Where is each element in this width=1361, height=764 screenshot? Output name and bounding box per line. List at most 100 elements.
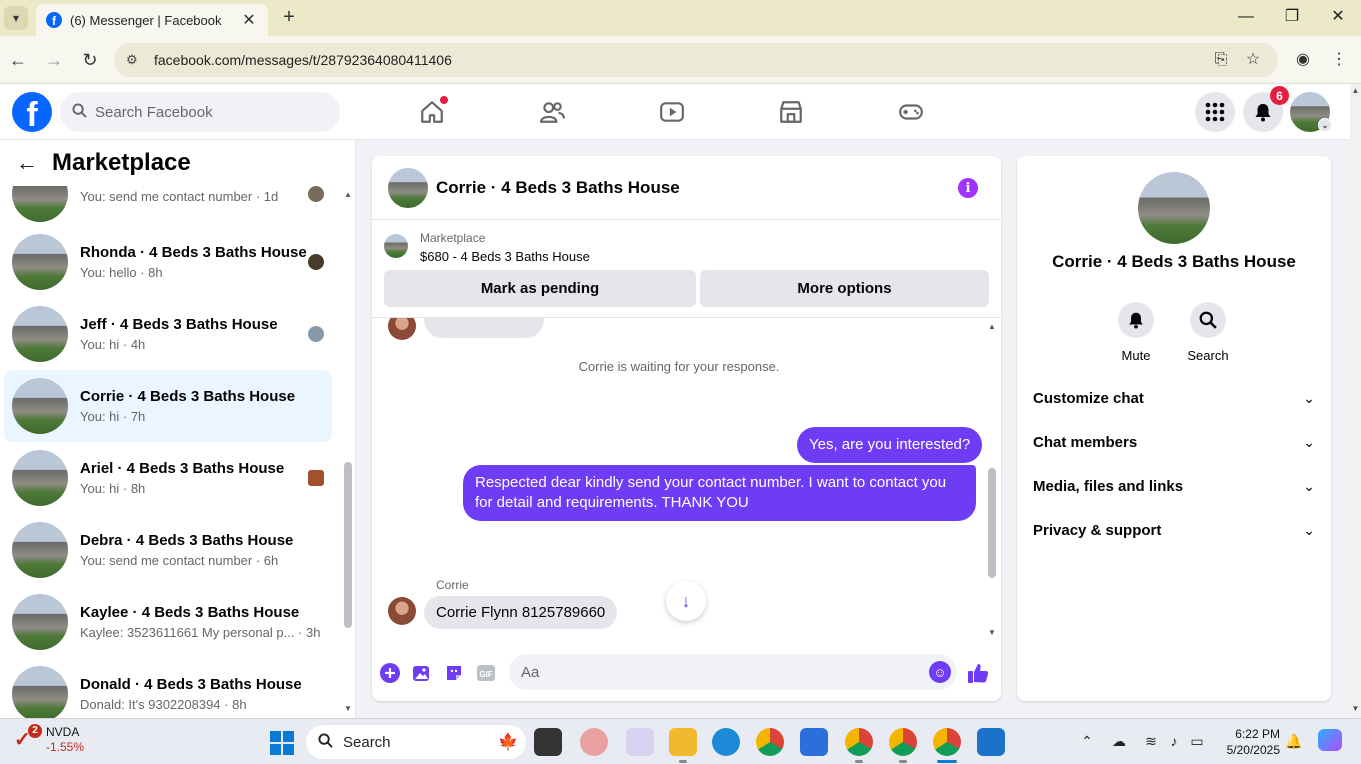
wifi-icon[interactable]: ≋ <box>1141 733 1161 750</box>
chevron-up-icon[interactable]: ⌃ <box>1077 733 1097 750</box>
scroll-up-arrow-icon[interactable]: ▲ <box>343 190 353 199</box>
chrome-icon[interactable] <box>756 728 784 756</box>
tab-search-chevron-icon[interactable]: ▾ <box>4 6 28 30</box>
chat-title[interactable]: Corrie · 4 Beds 3 Baths House <box>436 178 680 198</box>
conversation-item[interactable]: Ariel · 4 Beds 3 Baths House You: hi · 8… <box>4 442 332 514</box>
browser-menu-icon[interactable]: ⋮ <box>1327 48 1351 72</box>
store-icon[interactable] <box>800 728 828 756</box>
search-icon[interactable] <box>1190 302 1226 338</box>
facebook-logo-icon[interactable]: f <box>12 92 52 132</box>
edge-icon[interactable] <box>712 728 740 756</box>
message-scrollbar[interactable]: ▲ ▼ <box>986 322 998 640</box>
reload-icon[interactable]: ↻ <box>78 48 102 72</box>
conversation-item[interactable]: Donald · 4 Beds 3 Baths House Donald: It… <box>4 658 332 718</box>
conversation-item[interactable]: Jeff · 4 Beds 3 Baths House You: hi · 4h <box>4 298 332 370</box>
video-icon[interactable] <box>654 94 690 130</box>
onedrive-icon[interactable]: ☁ <box>1109 733 1129 750</box>
friends-icon[interactable] <box>534 94 570 130</box>
file-explorer-icon[interactable] <box>669 728 697 763</box>
chat-list-scrollbar[interactable]: ▲ ▼ <box>343 188 353 718</box>
listing-price-title[interactable]: $680 - 4 Beds 3 Baths House <box>420 249 590 264</box>
search-input[interactable] <box>95 103 315 121</box>
scrollbar-thumb[interactable] <box>988 468 996 578</box>
notification-count-badge: 6 <box>1270 86 1289 105</box>
forward-arrow-icon[interactable]: → <box>42 48 66 72</box>
windows-start-icon[interactable] <box>270 731 294 755</box>
battery-icon[interactable]: ▭ <box>1187 733 1207 750</box>
profile-avatar[interactable] <box>1138 172 1210 244</box>
clock-date: 5/20/2025 <box>1226 743 1280 757</box>
scroll-up-arrow-icon[interactable]: ▲ <box>986 322 998 331</box>
conversation-name: Corrie · 4 Beds 3 Baths House <box>80 388 296 405</box>
url-bar[interactable]: ⚙ facebook.com/messages/t/28792364080411… <box>114 43 1278 77</box>
conversation-avatar <box>12 594 68 650</box>
message-input-field[interactable]: ☺ <box>509 654 957 690</box>
stock-widget[interactable]: ✓ 2 NVDA -1.55% <box>14 724 84 755</box>
customize-chat-section[interactable]: Customize chat ⌄ <box>1033 382 1315 414</box>
message-input[interactable] <box>521 663 901 681</box>
notification-bell-icon[interactable]: 🔔 <box>1284 733 1304 750</box>
emoji-icon[interactable]: ☺ <box>929 661 951 683</box>
tab-close-icon[interactable]: ✕ <box>240 10 258 30</box>
scroll-up-arrow-icon[interactable]: ▲ <box>1350 86 1361 95</box>
scrollbar-thumb[interactable] <box>344 462 352 628</box>
account-chevron-down-icon[interactable]: ⌄ <box>1318 118 1332 132</box>
scroll-down-arrow-icon[interactable]: ▼ <box>1350 704 1361 713</box>
snipping-tool-icon[interactable] <box>626 728 654 756</box>
page-scrollbar[interactable]: ▲ ▼ <box>1350 84 1361 718</box>
scroll-down-arrow-icon[interactable]: ▼ <box>343 704 353 713</box>
conversation-item[interactable]: Debra · 4 Beds 3 Baths House You: send m… <box>4 514 332 586</box>
chat-avatar[interactable] <box>388 167 428 208</box>
minimize-button[interactable]: — <box>1223 6 1269 28</box>
conversation-item-active[interactable]: Corrie · 4 Beds 3 Baths House You: hi · … <box>4 370 332 442</box>
photos-icon[interactable] <box>977 728 1005 756</box>
bookmark-star-icon[interactable]: ☆ <box>1241 48 1265 72</box>
back-arrow-icon[interactable]: ← <box>6 48 30 72</box>
chrome-active-icon[interactable] <box>933 728 961 763</box>
marketplace-icon[interactable] <box>773 94 809 130</box>
mute-action[interactable]: Mute <box>1106 302 1166 363</box>
install-app-icon[interactable]: ⎘ <box>1209 48 1233 72</box>
more-options-button[interactable]: More options <box>700 270 989 307</box>
chrome-profile-icon[interactable] <box>889 728 917 763</box>
browser-tab[interactable]: f (6) Messenger | Facebook ✕ <box>36 4 268 36</box>
close-window-button[interactable]: ✕ <box>1315 6 1361 28</box>
site-settings-icon[interactable]: ⚙ <box>126 52 146 68</box>
notifications-button[interactable]: 6 <box>1243 86 1289 132</box>
menu-grid-icon[interactable] <box>1195 92 1235 132</box>
conversation-avatar <box>12 306 68 362</box>
restore-button[interactable]: ❐ <box>1269 6 1315 28</box>
volume-icon[interactable]: ♪ <box>1164 733 1184 749</box>
thumbs-up-icon[interactable] <box>967 662 989 684</box>
search-action[interactable]: Search <box>1178 302 1238 363</box>
plus-circle-icon[interactable] <box>379 662 401 684</box>
taskbar-clock[interactable]: 6:22 PM 5/20/2025 <box>1216 726 1280 758</box>
back-arrow-icon[interactable]: ← <box>16 150 40 176</box>
url-text[interactable]: facebook.com/messages/t/2879236408041140… <box>154 52 452 68</box>
conversation-item[interactable]: Kaylee · 4 Beds 3 Baths House Kaylee: 35… <box>4 586 332 658</box>
listing-thumbnail[interactable] <box>384 234 408 258</box>
copilot-icon[interactable] <box>1318 729 1342 751</box>
gaming-icon[interactable] <box>893 94 929 130</box>
chat-members-section[interactable]: Chat members ⌄ <box>1033 426 1315 458</box>
app-icon[interactable] <box>580 728 608 756</box>
media-files-links-section[interactable]: Media, files and links ⌄ <box>1033 470 1315 502</box>
profile-icon[interactable]: ◉ <box>1291 48 1315 72</box>
home-icon[interactable] <box>414 94 450 130</box>
mark-as-pending-button[interactable]: Mark as pending <box>384 270 696 307</box>
scroll-to-bottom-arrow-icon[interactable]: ↓ <box>666 581 706 621</box>
facebook-search[interactable] <box>60 92 340 132</box>
privacy-support-section[interactable]: Privacy & support ⌄ <box>1033 514 1315 546</box>
conversation-info-icon[interactable]: i <box>958 178 978 198</box>
sticker-icon[interactable] <box>443 662 465 684</box>
scroll-down-arrow-icon[interactable]: ▼ <box>986 628 998 637</box>
taskbar-search[interactable]: Search 🍁 <box>306 725 526 759</box>
leaf-widget-icon: 🍁 <box>498 734 518 751</box>
new-tab-button[interactable]: + <box>278 6 300 28</box>
gif-icon[interactable]: GIF <box>475 662 497 684</box>
chrome-profile-icon[interactable] <box>845 728 873 763</box>
task-view-icon[interactable] <box>534 728 562 756</box>
conversation-item[interactable]: Rhonda · 4 Beds 3 Baths House You: hello… <box>4 226 332 298</box>
photo-icon[interactable] <box>411 662 433 684</box>
bell-icon[interactable] <box>1118 302 1154 338</box>
